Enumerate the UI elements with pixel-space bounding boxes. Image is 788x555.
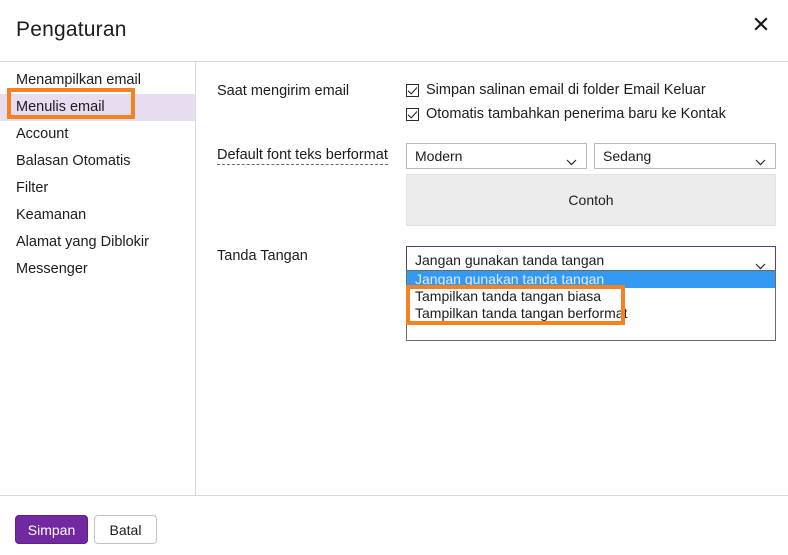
sidebar-item-account[interactable]: Account	[0, 121, 195, 148]
dropdown-option-jangan-gunakan-tanda-tangan[interactable]: Jangan gunakan tanda tangan	[407, 271, 775, 288]
sidebar-item-keamanan[interactable]: Keamanan	[0, 202, 195, 229]
dropdown-option-tampilkan-tanda-tangan-berformat[interactable]: Tampilkan tanda tangan berformat	[407, 305, 775, 322]
signature-select[interactable]: Jangan gunakan tanda tangan	[406, 246, 776, 273]
dropdown-option-label: Jangan gunakan tanda tangan	[415, 271, 605, 287]
save-button[interactable]: Simpan	[15, 515, 88, 544]
dropdown-option-label: Tampilkan tanda tangan biasa	[415, 288, 602, 304]
cancel-button-label: Batal	[109, 521, 142, 538]
sidebar-item-messenger[interactable]: Messenger	[0, 256, 195, 283]
chevron-down-icon	[755, 153, 766, 169]
sidebar-item-label: Menampilkan email	[16, 72, 141, 88]
sidebar-item-label: Account	[16, 126, 69, 142]
sidebar-item-balasan-otomatis[interactable]: Balasan Otomatis	[0, 148, 195, 175]
checkbox-label: Otomatis tambahkan penerima baru ke Kont…	[426, 106, 726, 122]
sidebar-item-label: Messenger	[16, 261, 88, 277]
sidebar-item-label: Menulis email	[16, 99, 105, 115]
sidebar-item-menampilkan-email[interactable]: Menampilkan email	[0, 67, 195, 94]
settings-dialog: Pengaturan Menampilkan email Menulis ema…	[0, 0, 788, 555]
close-icon	[753, 16, 769, 32]
font-family-select-value: Modern	[415, 148, 463, 164]
checkbox-otomatis-tambahkan-penerima[interactable]: Otomatis tambahkan penerima baru ke Kont…	[406, 106, 726, 122]
font-preview-text: Contoh	[568, 192, 614, 208]
close-button[interactable]	[742, 6, 780, 42]
sidebar-item-label: Keamanan	[16, 207, 87, 223]
sidebar-item-label: Alamat yang Diblokir	[16, 234, 149, 250]
settings-main-panel: Saat mengirim email Simpan salinan email…	[196, 62, 788, 495]
sidebar-item-filter[interactable]: Filter	[0, 175, 195, 202]
label-default-font-teks-berformat: Default font teks berformat	[217, 147, 388, 165]
checkbox-simpan-salinan-email[interactable]: Simpan salinan email di folder Email Kel…	[406, 82, 706, 98]
font-family-select[interactable]: Modern	[406, 143, 587, 169]
sidebar-item-label: Balasan Otomatis	[16, 153, 131, 169]
font-size-select[interactable]: Sedang	[594, 143, 776, 169]
dialog-footer: Simpan Batal	[0, 495, 788, 555]
checkbox-checked-icon	[406, 107, 419, 121]
save-button-label: Simpan	[27, 521, 76, 538]
label-tanda-tangan: Tanda Tangan	[217, 248, 308, 264]
signature-dropdown-list: Jangan gunakan tanda tangan Tampilkan ta…	[406, 270, 776, 341]
signature-select-value: Jangan gunakan tanda tangan	[415, 251, 605, 268]
label-saat-mengirim-email: Saat mengirim email	[217, 83, 350, 99]
sidebar-item-label: Filter	[16, 180, 49, 196]
checkbox-label: Simpan salinan email di folder Email Kel…	[426, 82, 706, 98]
dropdown-option-label: Tampilkan tanda tangan berformat	[415, 305, 628, 321]
dialog-header: Pengaturan	[0, 0, 788, 62]
sidebar-item-menulis-email[interactable]: Menulis email	[0, 94, 195, 121]
sidebar-item-alamat-yang-diblokir[interactable]: Alamat yang Diblokir	[0, 229, 195, 256]
chevron-down-icon	[566, 153, 577, 169]
font-preview-box: Contoh	[406, 174, 776, 226]
dropdown-list-filler	[407, 322, 775, 340]
dropdown-option-tampilkan-tanda-tangan-biasa[interactable]: Tampilkan tanda tangan biasa	[407, 288, 775, 305]
cancel-button[interactable]: Batal	[94, 515, 157, 544]
checkbox-checked-icon	[406, 83, 419, 97]
font-size-select-value: Sedang	[603, 148, 652, 164]
page-title: Pengaturan	[16, 18, 127, 41]
sidebar: Menampilkan email Menulis email Account …	[0, 62, 196, 495]
